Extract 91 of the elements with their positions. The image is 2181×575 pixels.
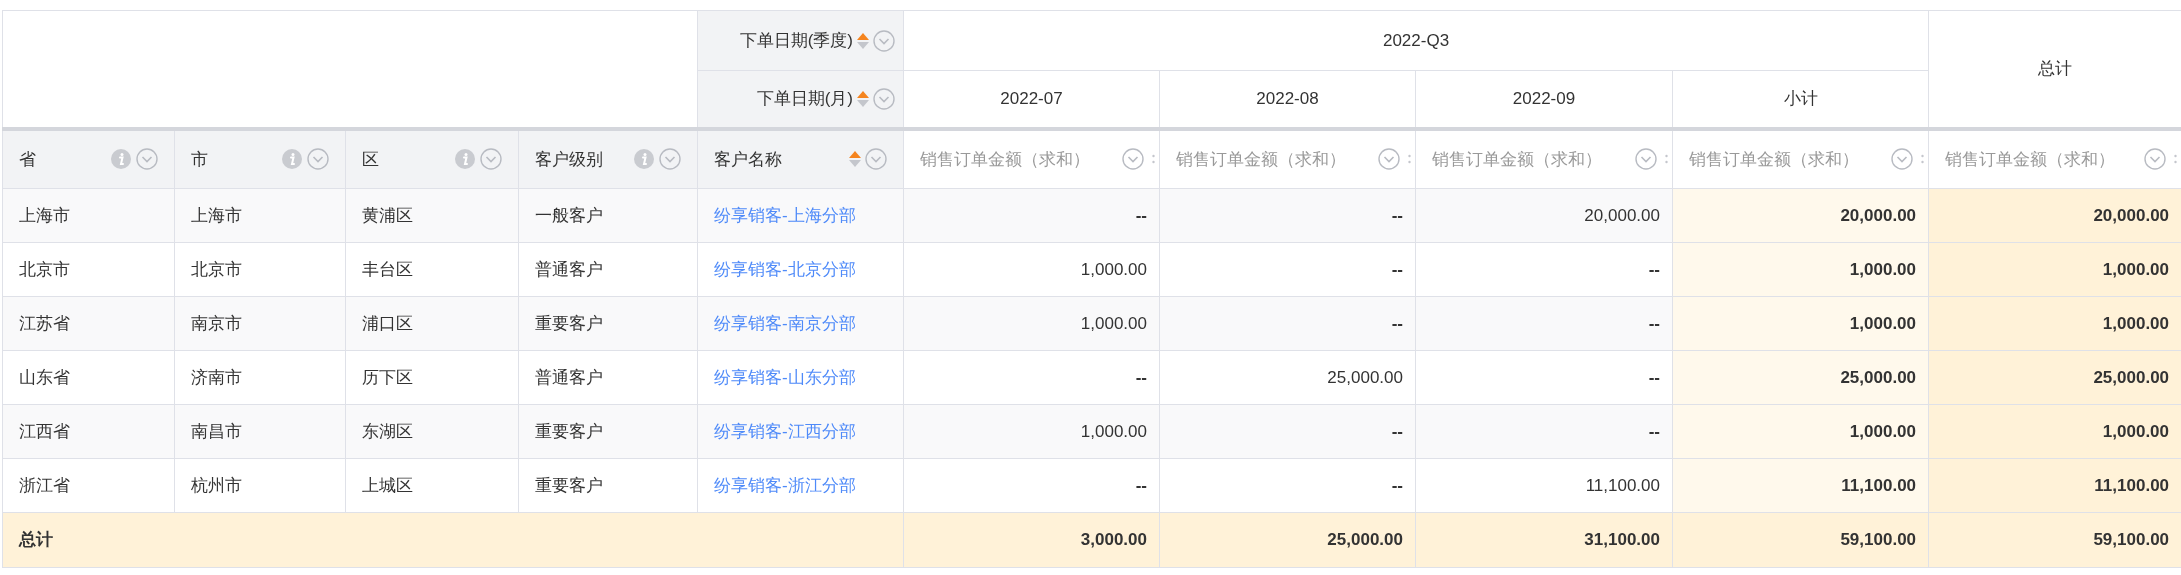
- table-cell: 江苏省: [2, 296, 175, 351]
- value-cell: --: [1159, 404, 1416, 459]
- sort-icon[interactable]: [857, 89, 869, 108]
- dropdown-icon[interactable]: [480, 148, 502, 171]
- table-cell: 东湖区: [345, 404, 519, 459]
- value-cell: --: [903, 458, 1160, 513]
- subtotal-cell: 20,000.00: [1672, 188, 1929, 243]
- dropdown-icon[interactable]: [307, 148, 329, 171]
- value-cell: --: [1159, 242, 1416, 297]
- measure-label: 销售订单金额（求和）: [1945, 148, 2117, 171]
- dropdown-icon[interactable]: [865, 148, 887, 171]
- total-cell: 59,100.00: [1672, 512, 1929, 568]
- field-label: 省: [19, 148, 37, 171]
- measure-label: 销售订单金额（求和）: [1432, 148, 1603, 171]
- measure-label: 销售订单金额（求和）: [1689, 148, 1860, 171]
- table-cell: 重要客户: [518, 296, 698, 351]
- dropdown-icon[interactable]: [1891, 148, 1914, 171]
- total-cell: 11,100.00: [1928, 458, 2181, 513]
- table-cell: 一般客户: [518, 188, 698, 243]
- measure-label: 销售订单金额（求和）: [920, 148, 1091, 171]
- info-icon[interactable]: [110, 148, 132, 171]
- table-cell: 普通客户: [518, 242, 698, 297]
- table-cell: 浦口区: [345, 296, 519, 351]
- table-cell: 重要客户: [518, 458, 698, 513]
- subtotal-cell: 1,000.00: [1672, 296, 1929, 351]
- value-cell: --: [903, 350, 1160, 405]
- table-cell: 浙江省: [2, 458, 175, 513]
- table-cell: 山东省: [2, 350, 175, 405]
- value-cell: --: [903, 188, 1160, 243]
- value-cell: --: [1415, 242, 1673, 297]
- dropdown-icon[interactable]: [1378, 148, 1400, 171]
- value-cell: --: [1415, 404, 1673, 459]
- field-label: 客户名称: [714, 148, 783, 171]
- dropdown-icon[interactable]: [1635, 148, 1657, 171]
- total-cell: 1,000.00: [1928, 242, 2181, 297]
- dropdown-icon[interactable]: [659, 148, 681, 171]
- dimension-label: 下单日期(季度): [739, 29, 853, 52]
- dimension-label: 下单日期(月): [756, 88, 853, 110]
- total-cell: 1,000.00: [1928, 296, 2181, 351]
- value-cell: --: [1159, 296, 1416, 351]
- total-row-label: 总计: [2, 512, 904, 568]
- subtotal-cell: 1,000.00: [1672, 242, 1929, 297]
- info-icon[interactable]: [633, 148, 655, 171]
- info-icon[interactable]: [281, 148, 303, 171]
- value-cell: --: [1415, 350, 1673, 405]
- table-cell: 重要客户: [518, 404, 698, 459]
- subtotal-cell: 25,000.00: [1672, 350, 1929, 405]
- value-cell: --: [1415, 296, 1673, 351]
- total-cell: 3,000.00: [903, 512, 1160, 568]
- subtotal-cell: 1,000.00: [1672, 404, 1929, 459]
- field-label: 客户级别: [535, 148, 604, 171]
- table-cell: 黄浦区: [345, 188, 519, 243]
- table-cell: 江西省: [2, 404, 175, 459]
- table-cell: 普通客户: [518, 350, 698, 405]
- total-cell: 31,100.00: [1415, 512, 1673, 568]
- table-cell: 上城区: [345, 458, 519, 513]
- table-cell: 济南市: [174, 350, 346, 405]
- table-cell: 杭州市: [174, 458, 346, 513]
- value-cell: 1,000.00: [903, 404, 1160, 459]
- table-cell: 上海市: [2, 188, 175, 243]
- table-cell: 南昌市: [174, 404, 346, 459]
- dropdown-icon[interactable]: [873, 87, 895, 110]
- value-cell: 1,000.00: [903, 242, 1160, 297]
- table-cell: 历下区: [345, 350, 519, 405]
- sort-icon[interactable]: [849, 150, 861, 169]
- value-cell: 11,100.00: [1415, 458, 1673, 513]
- dropdown-icon[interactable]: [2144, 148, 2167, 171]
- measure-label: 销售订单金额（求和）: [1176, 148, 1347, 171]
- value-cell: 20,000.00: [1415, 188, 1673, 243]
- total-cell: 1,000.00: [1928, 404, 2181, 459]
- value-cell: --: [1159, 188, 1416, 243]
- table-cell: 上海市: [174, 188, 346, 243]
- table-cell: 北京市: [174, 242, 346, 297]
- dropdown-icon[interactable]: [873, 29, 895, 52]
- value-cell: 1,000.00: [903, 296, 1160, 351]
- sort-icon[interactable]: [857, 31, 869, 50]
- dropdown-icon[interactable]: [1122, 148, 1144, 171]
- total-cell: 25,000.00: [1928, 350, 2181, 405]
- table-cell: 丰台区: [345, 242, 519, 297]
- value-cell: 25,000.00: [1159, 350, 1416, 405]
- column-group-header: 2022-Q3: [903, 10, 1929, 71]
- field-label: 市: [191, 148, 209, 171]
- subtotal-cell: 11,100.00: [1672, 458, 1929, 513]
- table-cell: 北京市: [2, 242, 175, 297]
- total-cell: 25,000.00: [1159, 512, 1416, 568]
- table-cell: 南京市: [174, 296, 346, 351]
- dropdown-icon[interactable]: [136, 148, 158, 171]
- value-cell: --: [1159, 458, 1416, 513]
- field-label: 区: [362, 148, 380, 171]
- total-cell: 20,000.00: [1928, 188, 2181, 243]
- info-icon[interactable]: [454, 148, 476, 171]
